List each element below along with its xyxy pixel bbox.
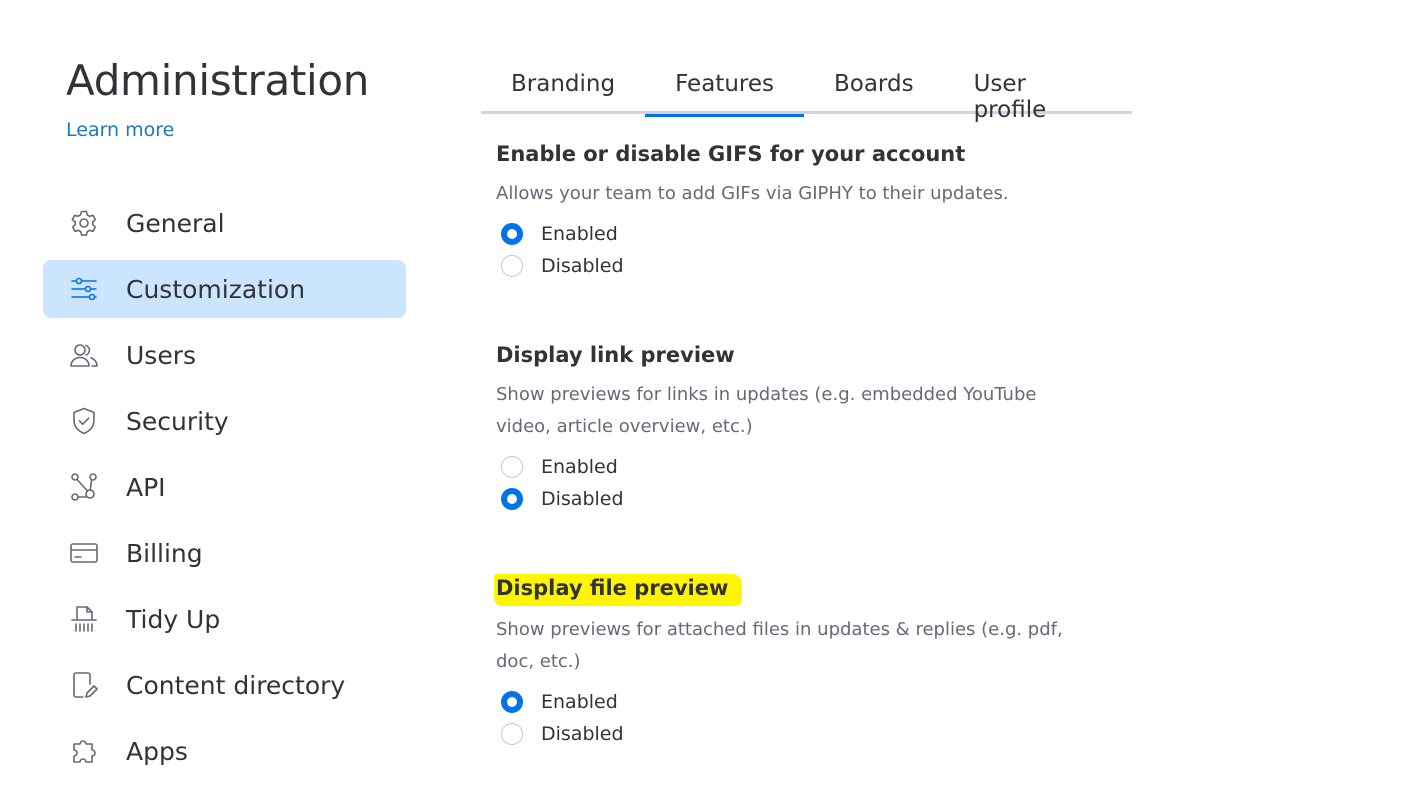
tab-branding[interactable]: Branding xyxy=(481,62,645,114)
radio-label: Enabled xyxy=(541,456,618,478)
puzzle-icon xyxy=(67,734,101,768)
sidebar-item-billing[interactable]: Billing xyxy=(43,524,406,582)
sidebar-item-apps[interactable]: Apps xyxy=(43,722,406,780)
sidebar-item-label: Security xyxy=(126,406,229,436)
sidebar-item-label: Customization xyxy=(126,274,306,304)
file-preview-section: Display file preview Show previews for a… xyxy=(494,574,1116,750)
link-preview-disabled-option[interactable]: Disabled xyxy=(501,483,1116,515)
sidebar-item-security[interactable]: Security xyxy=(43,392,406,450)
credit-card-icon xyxy=(67,536,101,570)
radio-label: Disabled xyxy=(541,488,624,510)
section-description: Show previews for attached files in upda… xyxy=(496,619,1063,672)
file-preview-enabled-option[interactable]: Enabled xyxy=(501,686,1116,718)
radio-label: Enabled xyxy=(541,223,618,245)
tab-bar: Branding Features Boards User profile xyxy=(481,62,1132,123)
radio-button-checked[interactable] xyxy=(501,691,523,713)
shield-check-icon xyxy=(67,404,101,438)
radio-button-checked[interactable] xyxy=(501,488,523,510)
document-edit-icon xyxy=(67,668,101,702)
tab-boards[interactable]: Boards xyxy=(804,62,944,114)
section-description: Allows your team to add GIFs via GIPHY t… xyxy=(496,183,1009,204)
radio-label: Disabled xyxy=(541,723,624,745)
section-title-highlighted: Display file preview xyxy=(494,574,743,606)
shredder-icon xyxy=(67,602,101,636)
sidebar-item-label: Billing xyxy=(126,538,203,568)
sidebar-item-customization[interactable]: Customization xyxy=(43,260,406,318)
file-preview-disabled-option[interactable]: Disabled xyxy=(501,718,1116,750)
sidebar-item-label: Content directory xyxy=(126,670,346,700)
sidebar-item-label: API xyxy=(126,472,166,502)
radio-button[interactable] xyxy=(501,456,523,478)
sidebar-item-label: Apps xyxy=(126,736,188,766)
sidebar-item-users[interactable]: Users xyxy=(43,326,406,384)
gear-icon xyxy=(67,206,101,240)
sidebar-item-label: General xyxy=(126,208,225,238)
sidebar-item-general[interactable]: General xyxy=(43,194,406,252)
sliders-icon xyxy=(67,272,101,306)
file-preview-radio-group: Enabled Disabled xyxy=(496,686,1116,750)
sidebar-item-content-directory[interactable]: Content directory xyxy=(43,656,406,714)
api-nodes-icon xyxy=(67,470,101,504)
gifs-enabled-option[interactable]: Enabled xyxy=(501,218,1116,250)
tab-features[interactable]: Features xyxy=(645,62,804,117)
link-preview-radio-group: Enabled Disabled xyxy=(496,451,1116,515)
page-title: Administration xyxy=(66,56,370,105)
gifs-disabled-option[interactable]: Disabled xyxy=(501,250,1116,282)
section-title: Display link preview xyxy=(496,343,735,367)
sidebar-item-label: Tidy Up xyxy=(126,604,221,634)
radio-button[interactable] xyxy=(501,255,523,277)
radio-button[interactable] xyxy=(501,723,523,745)
sidebar-item-label: Users xyxy=(126,340,197,370)
section-title: Enable or disable GIFS for your account xyxy=(496,142,966,166)
sidebar-item-tidy-up[interactable]: Tidy Up xyxy=(43,590,406,648)
link-preview-enabled-option[interactable]: Enabled xyxy=(501,451,1116,483)
gifs-radio-group: Enabled Disabled xyxy=(496,218,1116,282)
radio-button-checked[interactable] xyxy=(501,223,523,245)
tab-user-profile[interactable]: User profile xyxy=(944,62,1132,123)
users-icon xyxy=(67,338,101,372)
radio-label: Disabled xyxy=(541,255,624,277)
link-preview-section: Display link preview Show previews for l… xyxy=(496,343,1116,515)
sidebar-item-api[interactable]: API xyxy=(43,458,406,516)
gifs-setting-section: Enable or disable GIFS for your account … xyxy=(496,142,1116,282)
radio-label: Enabled xyxy=(541,691,618,713)
sidebar: General Customization Users Security API… xyxy=(43,194,406,787)
learn-more-link[interactable]: Learn more xyxy=(66,119,174,141)
section-description: Show previews for links in updates (e.g.… xyxy=(496,384,1037,437)
